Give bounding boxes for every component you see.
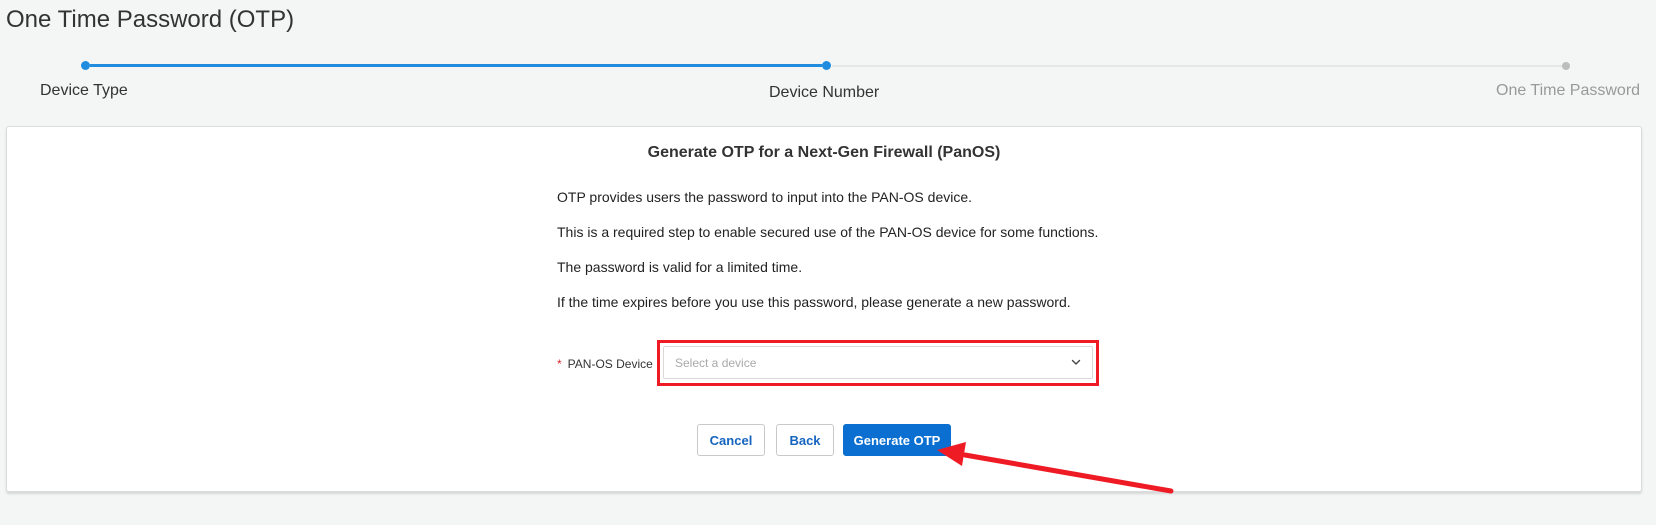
card-title: Generate OTP for a Next-Gen Firewall (Pa…	[647, 144, 1001, 161]
pan-os-device-label: * PAN-OS Device :	[557, 357, 659, 371]
select-placeholder: Select a device	[675, 356, 757, 370]
step-dot-one-time-password	[1562, 62, 1570, 70]
step-label-device-type: Device Type	[40, 82, 128, 99]
required-marker: *	[557, 357, 562, 371]
page-title: One Time Password (OTP)	[6, 6, 295, 33]
description-line: This is a required step to enable secure…	[557, 224, 1099, 240]
pan-os-device-select[interactable]: Select a device	[663, 346, 1093, 379]
pan-os-device-label-text: PAN-OS Device :	[567, 357, 660, 371]
stepper-line-pending	[832, 65, 1564, 67]
otp-card: Generate OTP for a Next-Gen Firewall (Pa…	[6, 126, 1642, 492]
stepper-line-completed	[90, 64, 822, 67]
step-dot-device-number	[822, 61, 831, 70]
description-line: If the time expires before you use this …	[557, 294, 1071, 310]
description-line: The password is valid for a limited time…	[557, 259, 803, 275]
chevron-down-icon	[1071, 359, 1081, 365]
cancel-button[interactable]: Cancel	[697, 424, 765, 456]
back-button[interactable]: Back	[776, 424, 834, 456]
description-line: OTP provides users the password to input…	[557, 189, 973, 205]
progress-stepper: Device Type Device Number One Time Passw…	[0, 50, 1656, 110]
step-label-device-number: Device Number	[769, 84, 880, 101]
step-label-one-time-password: One Time Password	[1496, 82, 1641, 99]
step-dot-device-type	[81, 61, 90, 70]
generate-otp-button[interactable]: Generate OTP	[843, 424, 951, 456]
